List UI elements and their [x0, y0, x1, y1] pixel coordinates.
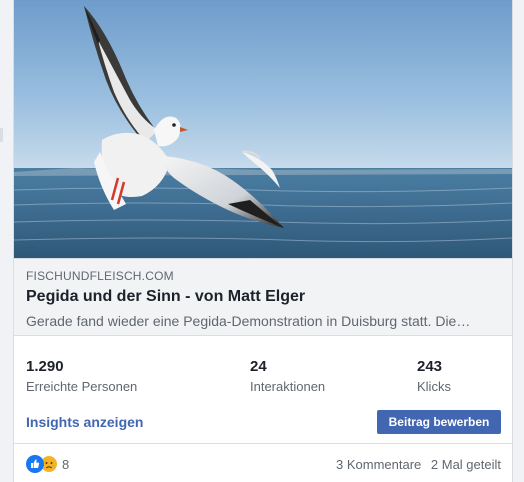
comments-count-link[interactable]: 3 Kommentare — [336, 457, 421, 472]
stat-clicks: 243 Klicks — [417, 358, 451, 394]
post-card: FISCHUNDFLEISCH.COM Pegida und der Sinn … — [13, 0, 513, 482]
link-preview[interactable]: FISCHUNDFLEISCH.COM Pegida und der Sinn … — [14, 258, 512, 336]
left-gutter — [0, 0, 14, 482]
stat-reach-value: 1.290 — [26, 358, 64, 375]
gutter-divider — [0, 128, 3, 142]
link-title[interactable]: Pegida und der Sinn - von Matt Elger — [26, 288, 305, 306]
stat-engagement: 24 Interaktionen — [250, 358, 325, 394]
link-domain: FISCHUNDFLEISCH.COM — [26, 269, 174, 283]
like-icon — [26, 455, 44, 473]
view-insights-link[interactable]: Insights anzeigen — [26, 414, 143, 430]
link-description: Gerade fand wieder eine Pegida-Demonstra… — [26, 313, 471, 329]
footer-divider — [14, 443, 512, 444]
stat-engagement-label: Interaktionen — [250, 379, 326, 394]
reaction-count: 8 — [62, 457, 70, 472]
stat-clicks-value: 243 — [417, 358, 443, 375]
post-image-seagull[interactable] — [14, 0, 512, 258]
stat-reach-label: Erreichte Personen — [26, 379, 138, 394]
post-engagement-counts: 3 Kommentare 2 Mal geteilt — [330, 457, 501, 472]
stat-engagement-value: 24 — [250, 358, 267, 375]
stat-clicks-label: Klicks — [417, 379, 451, 394]
promote-post-button[interactable]: Beitrag bewerben — [377, 410, 501, 434]
shares-count-link[interactable]: 2 Mal geteilt — [431, 457, 501, 472]
right-gutter — [512, 0, 524, 482]
seagull-photo-art — [14, 0, 512, 258]
post-stats: 1.290 Erreichte Personen 24 Interaktione… — [14, 358, 512, 398]
stat-reach: 1.290 Erreichte Personen — [26, 358, 137, 394]
